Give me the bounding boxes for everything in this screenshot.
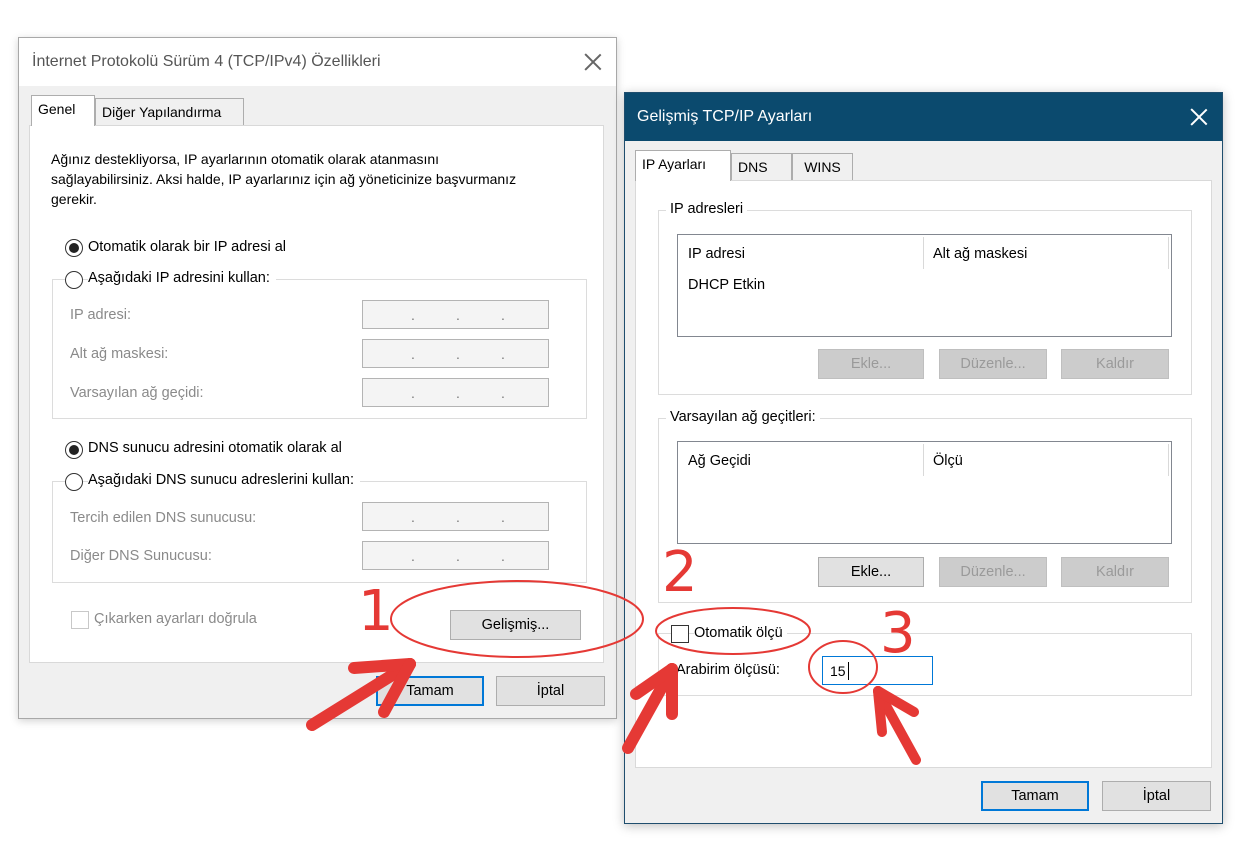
default-gateway-label: Varsayılan ağ geçidi: [70, 385, 204, 401]
gateway-add-button[interactable]: Ekle... [818, 557, 924, 587]
tab-diger-yapilandirma[interactable]: Diğer Yapılandırma [95, 98, 244, 126]
ip-edit-button[interactable]: Düzenle... [939, 349, 1047, 379]
ok-button[interactable]: Tamam [981, 781, 1089, 811]
subnet-mask-input[interactable]: ... [362, 339, 549, 368]
preferred-dns-label: Tercih edilen DNS sunucusu: [70, 510, 257, 526]
ipv4-dialog-title: İnternet Protokolü Sürüm 4 (TCP/IPv4) Öz… [32, 53, 381, 70]
ip-address-label: IP adresi: [70, 307, 131, 323]
close-icon[interactable] [1190, 108, 1208, 126]
radio-manual-ip[interactable] [65, 271, 83, 289]
step-number-2: 2 [662, 540, 698, 605]
gateway-remove-button[interactable]: Kaldır [1061, 557, 1169, 587]
tab-dns[interactable]: DNS [731, 153, 792, 181]
subnet-mask-label: Alt ağ maskesi: [70, 346, 169, 362]
ip-address-column-header[interactable]: IP adresi [688, 246, 745, 262]
radio-auto-ip-label: Otomatik olarak bir IP adresi al [88, 239, 286, 255]
validate-on-exit-checkbox[interactable] [71, 611, 89, 629]
ip-address-list[interactable]: IP adresi Alt ağ maskesi DHCP Etkin [677, 234, 1172, 337]
radio-manual-dns-label: Aşağıdaki DNS sunucu adreslerini kullan: [88, 472, 360, 488]
automatic-metric-label: Otomatik ölçü [694, 625, 787, 641]
advanced-button[interactable]: Gelişmiş... [450, 610, 581, 640]
subnet-mask-column-header[interactable]: Alt ağ maskesi [933, 246, 1027, 262]
interface-metric-label: Arabirim ölçüsü: [676, 662, 780, 678]
default-gateway-input[interactable]: ... [362, 378, 549, 407]
ip-remove-button[interactable]: Kaldır [1061, 349, 1169, 379]
automatic-metric-checkbox[interactable] [671, 625, 689, 643]
ipv4-dialog-titlebar: İnternet Protokolü Sürüm 4 (TCP/IPv4) Öz… [19, 38, 616, 86]
gateway-column-header[interactable]: Ağ Geçidi [688, 453, 751, 469]
radio-auto-dns-label: DNS sunucu adresini otomatik olarak al [88, 440, 342, 456]
radio-manual-ip-label: Aşağıdaki IP adresini kullan: [88, 270, 276, 286]
step-number-3: 3 [880, 601, 916, 666]
default-gateways-group-label: Varsayılan ağ geçitleri: [666, 409, 820, 425]
ip-addresses-group-label: IP adresleri [666, 201, 748, 217]
validate-on-exit-label: Çıkarken ayarları doğrula [94, 611, 257, 627]
alternate-dns-input[interactable]: ... [362, 541, 549, 570]
advanced-dialog-title: Gelişmiş TCP/IP Ayarları [637, 108, 813, 125]
close-icon[interactable] [584, 53, 602, 71]
radio-auto-dns[interactable] [65, 441, 83, 459]
ip-settings-panel: IP adresleri IP adresi Alt ağ maskesi DH… [635, 180, 1212, 768]
step-number-1: 1 [358, 579, 394, 644]
cancel-button[interactable]: İptal [496, 676, 605, 706]
ok-button[interactable]: Tamam [376, 676, 484, 706]
radio-auto-ip[interactable] [65, 239, 83, 257]
intro-text: Ağınız destekliyorsa, IP ayarlarının oto… [51, 151, 517, 207]
preferred-dns-input[interactable]: ... [362, 502, 549, 531]
tab-ip-ayarlari[interactable]: IP Ayarları [635, 150, 731, 181]
advanced-tcpip-dialog: Gelişmiş TCP/IP Ayarları IP Ayarları DNS… [624, 92, 1223, 824]
radio-manual-dns[interactable] [65, 473, 83, 491]
tab-wins[interactable]: WINS [792, 153, 853, 181]
alternate-dns-label: Diğer DNS Sunucusu: [70, 548, 212, 564]
general-tab-panel: Ağınız destekliyorsa, IP ayarlarının oto… [29, 125, 604, 663]
gateway-list[interactable]: Ağ Geçidi Ölçü [677, 441, 1172, 544]
tab-genel[interactable]: Genel [31, 95, 95, 126]
ip-add-button[interactable]: Ekle... [818, 349, 924, 379]
list-item[interactable]: DHCP Etkin [688, 277, 765, 293]
cancel-button[interactable]: İptal [1102, 781, 1211, 811]
ip-address-input[interactable]: ... [362, 300, 549, 329]
interface-metric-input[interactable]: 15 [822, 656, 933, 685]
gateway-edit-button[interactable]: Düzenle... [939, 557, 1047, 587]
ipv4-properties-dialog: İnternet Protokolü Sürüm 4 (TCP/IPv4) Öz… [18, 37, 617, 719]
metric-column-header[interactable]: Ölçü [933, 453, 963, 469]
advanced-dialog-titlebar: Gelişmiş TCP/IP Ayarları [625, 93, 1222, 141]
